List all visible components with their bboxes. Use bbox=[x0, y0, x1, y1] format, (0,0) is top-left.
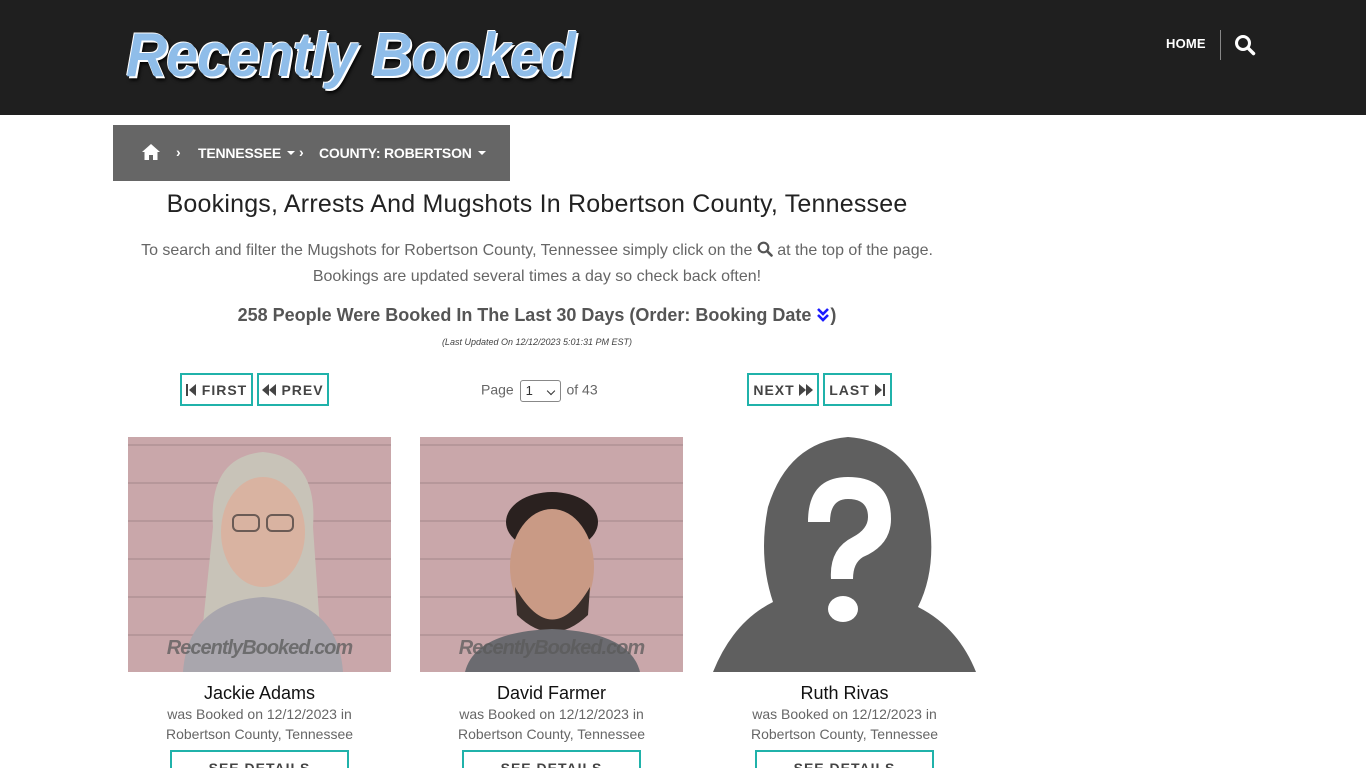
page-title: Bookings, Arrests And Mugshots In Robert… bbox=[166, 190, 908, 218]
nav-home-link[interactable]: HOME bbox=[1166, 36, 1206, 51]
booking-line1: was Booked on 12/12/2023 in bbox=[459, 706, 644, 722]
breadcrumb-state-label: TENNESSEE bbox=[198, 145, 281, 161]
booking-count-close: ) bbox=[830, 305, 837, 325]
see-details-button[interactable]: SEE DETAILS bbox=[170, 750, 349, 768]
booking-line2: Robertson County, Tennessee bbox=[750, 726, 939, 742]
placeholder-photo[interactable] bbox=[713, 437, 976, 672]
prev-label: PREV bbox=[281, 381, 324, 398]
breadcrumb-separator-icon: › bbox=[299, 144, 304, 160]
mugshot-photo[interactable]: RecentlyBooked.com bbox=[128, 437, 391, 672]
booking-line1: was Booked on 12/12/2023 in bbox=[752, 706, 937, 722]
page-label: Page bbox=[481, 381, 514, 398]
sort-order-icon[interactable] bbox=[816, 307, 830, 323]
first-page-button[interactable]: FIRST bbox=[180, 373, 253, 406]
person-name[interactable]: David Farmer bbox=[420, 682, 683, 704]
first-label: FIRST bbox=[201, 381, 248, 398]
intro-text: To search and filter the Mugshots for Ro… bbox=[113, 238, 961, 290]
booking-card: RecentlyBooked.com Jackie Adams was Book… bbox=[128, 437, 391, 744]
booking-card: Ruth Rivas was Booked on 12/12/2023 in R… bbox=[713, 437, 976, 744]
last-updated: (Last Updated On 12/12/2023 5:01:31 PM E… bbox=[441, 337, 633, 347]
site-logo[interactable]: Recently Booked bbox=[126, 18, 616, 94]
page-selector: Page 1 of 43 bbox=[481, 380, 598, 402]
breadcrumb-state[interactable]: TENNESSEE bbox=[198, 145, 295, 161]
caret-down-icon bbox=[287, 151, 295, 156]
intro-part2: at the top of the page. bbox=[777, 242, 933, 259]
booking-line2: Robertson County, Tennessee bbox=[165, 726, 354, 742]
home-icon[interactable] bbox=[141, 143, 161, 161]
next-page-button[interactable]: NEXT bbox=[747, 373, 819, 406]
photo-watermark: RecentlyBooked.com bbox=[166, 637, 353, 659]
photo-watermark: RecentlyBooked.com bbox=[458, 637, 645, 659]
page-select[interactable]: 1 bbox=[519, 380, 561, 402]
prev-page-button[interactable]: PREV bbox=[257, 373, 329, 406]
search-icon[interactable] bbox=[1234, 34, 1256, 56]
booking-count: 258 People Were Booked In The Last 30 Da… bbox=[113, 305, 961, 326]
next-label: NEXT bbox=[753, 381, 795, 398]
see-details-button[interactable]: SEE DETAILS bbox=[755, 750, 934, 768]
booking-card: RecentlyBooked.com David Farmer was Book… bbox=[420, 437, 683, 744]
breadcrumb: › TENNESSEE › COUNTY: ROBERTSON bbox=[113, 125, 510, 181]
search-icon bbox=[757, 240, 773, 257]
breadcrumb-separator-icon: › bbox=[176, 144, 181, 160]
nav-divider bbox=[1220, 30, 1221, 60]
booking-line1: was Booked on 12/12/2023 in bbox=[167, 706, 352, 722]
unknown-person-icon bbox=[713, 437, 976, 672]
last-label: LAST bbox=[829, 381, 870, 398]
backward-icon bbox=[262, 383, 277, 396]
site-header: Recently Booked HOME bbox=[0, 0, 1366, 115]
forward-icon bbox=[798, 383, 813, 396]
person-name[interactable]: Ruth Rivas bbox=[713, 682, 976, 704]
booking-line2: Robertson County, Tennessee bbox=[457, 726, 646, 742]
last-icon bbox=[874, 383, 885, 396]
booking-count-text: 258 People Were Booked In The Last 30 Da… bbox=[237, 305, 812, 325]
breadcrumb-county-label: COUNTY: ROBERTSON bbox=[319, 145, 472, 161]
mugshot-photo[interactable]: RecentlyBooked.com bbox=[420, 437, 683, 672]
first-icon bbox=[185, 383, 196, 396]
logo-text: Recently Booked bbox=[126, 21, 576, 90]
see-details-button[interactable]: SEE DETAILS bbox=[462, 750, 641, 768]
intro-part1: To search and filter the Mugshots for Ro… bbox=[141, 242, 753, 259]
breadcrumb-county[interactable]: COUNTY: ROBERTSON bbox=[319, 145, 486, 161]
caret-down-icon bbox=[477, 151, 486, 156]
last-page-button[interactable]: LAST bbox=[823, 373, 892, 406]
page-of-label: of 43 bbox=[566, 381, 598, 398]
person-name[interactable]: Jackie Adams bbox=[128, 682, 391, 704]
intro-line2: Bookings are updated several times a day… bbox=[312, 268, 762, 285]
